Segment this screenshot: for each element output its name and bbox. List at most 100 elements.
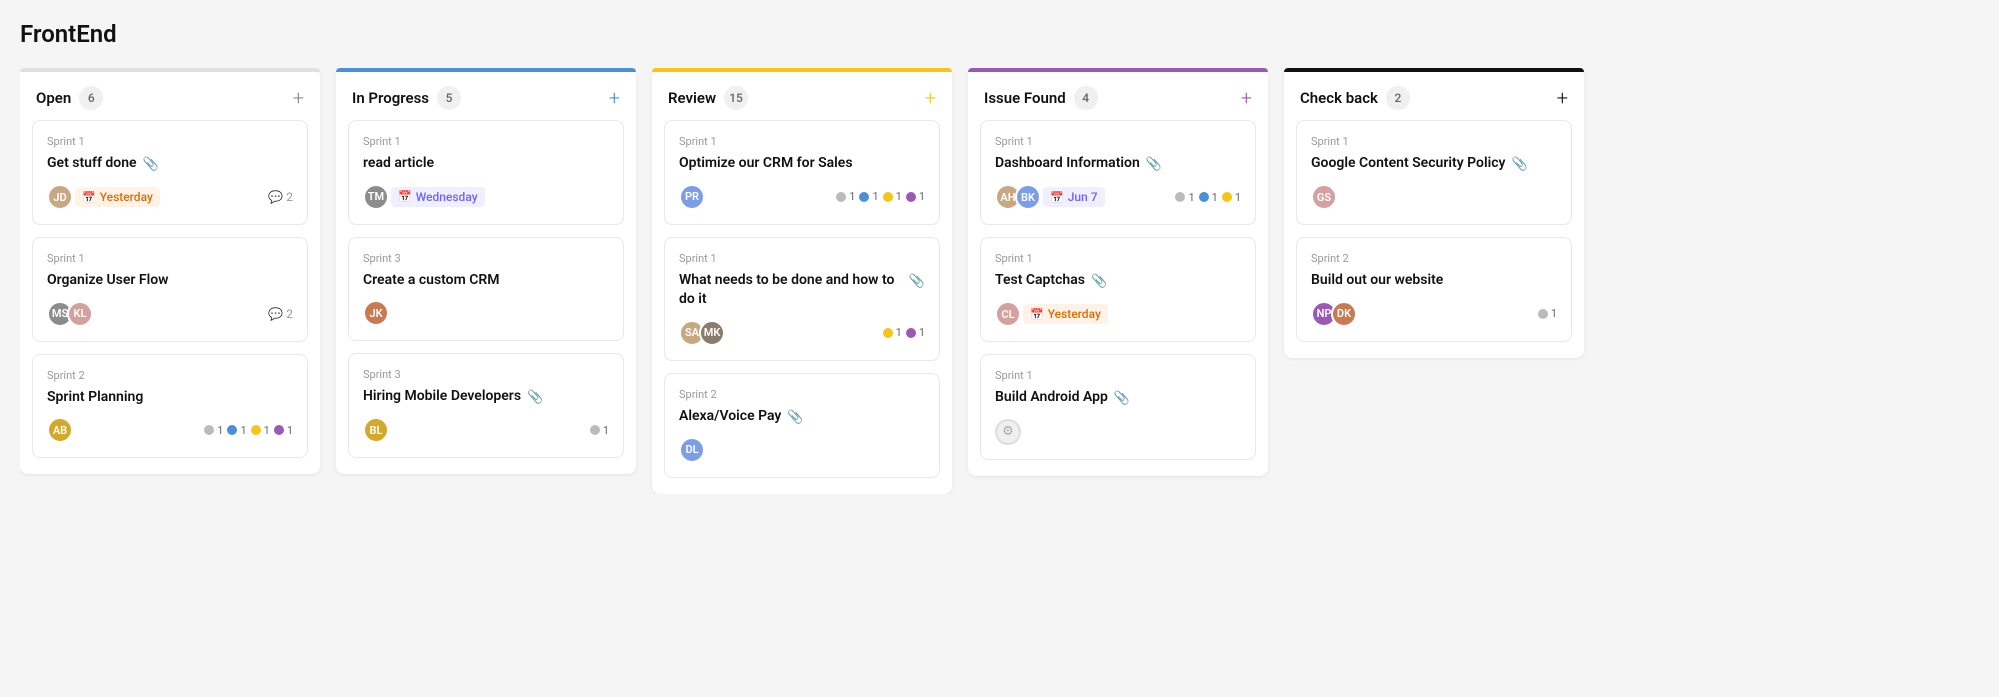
dot-purple [274, 425, 284, 435]
tag-dot: 1 [1199, 191, 1218, 204]
dot-gray [590, 425, 600, 435]
tag-dot: 1 [590, 424, 609, 437]
tag-dot: 1 [1538, 307, 1557, 320]
card[interactable]: Sprint 1 Optimize our CRM for Sales PR 1111 [664, 120, 940, 225]
card-avatars: JK [363, 300, 383, 326]
card[interactable]: Sprint 2Build out our websiteNPDK1 [1296, 237, 1572, 342]
card-tags: 1111 [836, 190, 925, 203]
avatar: PR [679, 184, 705, 210]
tag-dot: 1 [1222, 191, 1241, 204]
tag-dot: 1 [906, 326, 925, 339]
column-count-issue-found: 4 [1074, 86, 1098, 110]
tag-count: 1 [287, 424, 293, 437]
column-add-button-check-back[interactable]: + [1557, 88, 1568, 108]
card[interactable]: Sprint 1What needs to be done and how to… [664, 237, 940, 361]
dot-blue [859, 192, 869, 202]
card-avatars: TM [363, 184, 383, 210]
tag-count: 1 [872, 190, 878, 203]
comment-count: 💬 2 [268, 190, 293, 204]
card[interactable]: Sprint 3Create a custom CRMJK [348, 237, 624, 342]
comment-count: 💬 2 [268, 307, 293, 321]
card-title: Google Content Security Policy📎 [1311, 154, 1557, 174]
tag-dot: 1 [883, 190, 902, 203]
tag-count: 1 [264, 424, 270, 437]
dot-yellow [251, 425, 261, 435]
attach-icon: 📎 [527, 389, 543, 407]
calendar-icon: 📅 [82, 191, 96, 204]
card-tags: 111 [1175, 191, 1241, 204]
card-sprint: Sprint 1 [363, 135, 609, 148]
card-title: What needs to be done and how to do it📎 [679, 271, 925, 310]
card[interactable]: Sprint 1Dashboard Information📎AHBK📅Jun 7… [980, 120, 1256, 225]
card-avatars: AHBK [995, 184, 1035, 210]
tag-count: 1 [1212, 191, 1218, 204]
card[interactable]: Sprint 1read articleTM📅Wednesday [348, 120, 624, 225]
attach-icon: 📎 [143, 156, 159, 174]
tag-count: 1 [603, 424, 609, 437]
card-avatars: DL [679, 437, 699, 463]
tag-count: 1 [919, 190, 925, 203]
column-title-issue-found: Issue Found [984, 89, 1066, 107]
card-tags: 11 [883, 326, 925, 339]
card-sprint: Sprint 2 [679, 388, 925, 401]
card[interactable]: Sprint 1Build Android App📎⚙ [980, 354, 1256, 459]
attach-icon: 📎 [1091, 273, 1107, 291]
card-footer: JD📅Yesterday💬 2 [47, 184, 293, 210]
tag-count: 1 [919, 326, 925, 339]
tag-dot: 1 [859, 190, 878, 203]
cards-list-check-back: Sprint 1Google Content Security Policy📎G… [1284, 120, 1584, 342]
card-sprint: Sprint 1 [995, 369, 1241, 382]
card-footer: BL 1 [363, 417, 609, 443]
card-sprint: Sprint 1 [995, 135, 1241, 148]
avatar: BL [363, 417, 389, 443]
avatar: MK [699, 320, 725, 346]
card[interactable]: Sprint 1Google Content Security Policy📎G… [1296, 120, 1572, 225]
card-date: 📅Jun 7 [1043, 187, 1105, 207]
card-sprint: Sprint 3 [363, 368, 609, 381]
dot-purple [906, 192, 916, 202]
avatar: TM [363, 184, 389, 210]
column-add-button-open[interactable]: + [293, 88, 304, 108]
avatar: CL [995, 301, 1021, 327]
date-text: Yesterday [100, 190, 153, 204]
avatar: JK [363, 300, 389, 326]
card-sprint: Sprint 1 [47, 252, 293, 265]
card-sprint: Sprint 1 [679, 135, 925, 148]
dot-gray [1175, 192, 1185, 202]
card-footer: SAMK11 [679, 320, 925, 346]
tag-dot: 1 [251, 424, 270, 437]
column-add-button-issue-found[interactable]: + [1241, 88, 1252, 108]
card-avatars: GS [1311, 184, 1331, 210]
card-title: Organize User Flow [47, 271, 293, 291]
attach-icon: 📎 [787, 409, 803, 427]
tag-count: 1 [1188, 191, 1194, 204]
avatar: GS [1311, 184, 1337, 210]
card-date: 📅Yesterday [1023, 304, 1108, 324]
column-header-check-back: Check back2+ [1284, 72, 1584, 120]
column-header-review: Review15+ [652, 72, 952, 120]
card[interactable]: Sprint 2Sprint PlanningAB1111 [32, 354, 308, 459]
card-sprint: Sprint 1 [47, 135, 293, 148]
tag-count: 1 [217, 424, 223, 437]
attach-icon: 📎 [1114, 390, 1130, 408]
card-title: Build Android App📎 [995, 388, 1241, 408]
card-title: Optimize our CRM for Sales [679, 154, 925, 174]
tag-dot: 1 [1175, 191, 1194, 204]
avatar: KL [67, 301, 93, 327]
card[interactable]: Sprint 1Test Captchas📎CL📅Yesterday [980, 237, 1256, 342]
tag-count: 1 [1551, 307, 1557, 320]
card-footer: TM📅Wednesday [363, 184, 609, 210]
page-title: FrontEnd [20, 20, 1979, 48]
card[interactable]: Sprint 3Hiring Mobile Developers📎BL1 [348, 353, 624, 458]
dot-blue [1199, 192, 1209, 202]
card[interactable]: Sprint 1Get stuff done📎JD📅Yesterday💬 2 [32, 120, 308, 225]
date-text: Yesterday [1048, 307, 1101, 321]
dot-yellow [1222, 192, 1232, 202]
column-add-button-review[interactable]: + [925, 88, 936, 108]
card-title: Sprint Planning [47, 388, 293, 408]
card[interactable]: Sprint 2Alexa/Voice Pay📎DL [664, 373, 940, 478]
card[interactable]: Sprint 1Organize User FlowMSKL💬 2 [32, 237, 308, 342]
card-avatars: AB [47, 417, 67, 443]
column-add-button-in-progress[interactable]: + [609, 88, 620, 108]
calendar-icon: 📅 [398, 190, 412, 203]
